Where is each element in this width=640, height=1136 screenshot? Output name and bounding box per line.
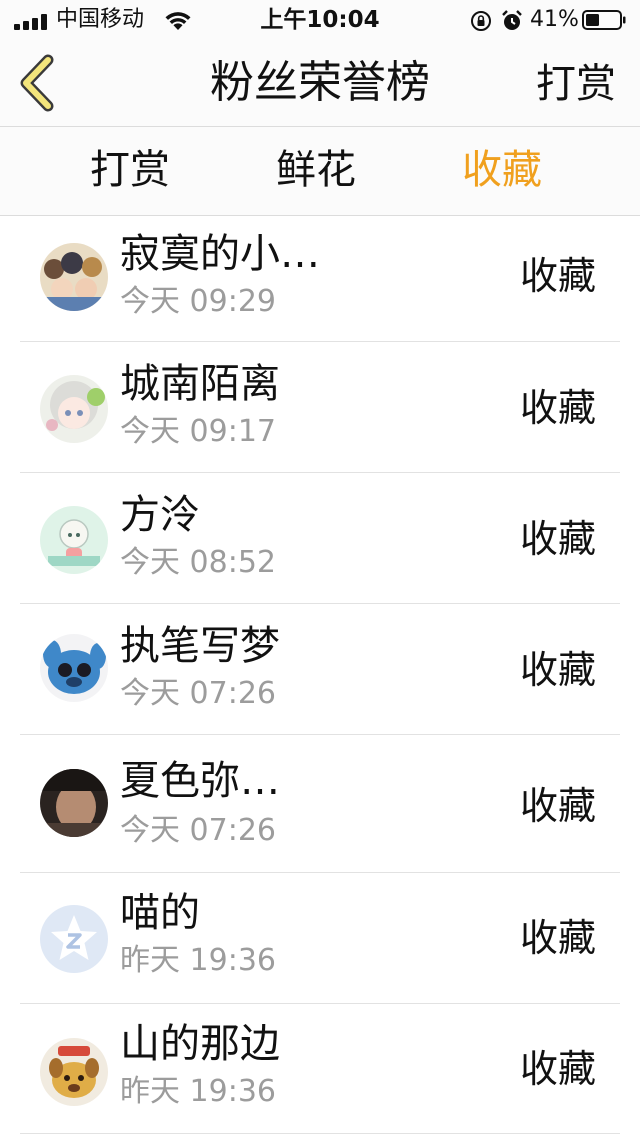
list-item[interactable]: 夏色弥… 今天 07:26 收藏: [0, 735, 640, 873]
fan-action: 收藏: [519, 517, 596, 561]
tab-bar: 打赏 鲜花 收藏: [0, 127, 640, 216]
fan-time: 今天 09:29: [120, 284, 276, 319]
fan-action: 收藏: [519, 386, 596, 430]
default-star-avatar: [40, 905, 108, 973]
fan-action: 收藏: [519, 916, 596, 960]
nav-bar: 粉丝荣誉榜 打赏: [0, 40, 640, 127]
fan-action: 收藏: [519, 1047, 596, 1091]
tab-flowers[interactable]: 鲜花: [276, 145, 356, 195]
fan-name: 山的那边: [120, 1021, 280, 1067]
anime-girl-avatar: [40, 375, 108, 443]
photo-avatar: [40, 769, 108, 837]
tab-reward[interactable]: 打赏: [90, 145, 170, 195]
stitch-avatar: [40, 634, 108, 702]
fan-time: 昨天 19:36: [120, 1074, 276, 1109]
cartoon-dog-avatar: [40, 1038, 108, 1106]
fan-time: 今天 09:17: [120, 414, 276, 449]
fan-name: 喵的: [120, 890, 200, 936]
fan-time: 昨天 19:36: [120, 943, 276, 978]
fan-action: 收藏: [519, 648, 596, 692]
fan-name: 寂寞的小…: [120, 231, 320, 277]
list-item[interactable]: 方泠 今天 08:52 收藏: [0, 473, 640, 604]
battery-icon: [582, 10, 626, 30]
list-item[interactable]: 城南陌离 今天 09:17 收藏: [0, 342, 640, 473]
list-item[interactable]: 执笔写梦 今天 07:26 收藏: [0, 604, 640, 735]
tab-favorites[interactable]: 收藏: [462, 145, 542, 195]
fan-time: 今天 07:26: [120, 813, 276, 848]
fan-name: 执笔写梦: [120, 623, 280, 669]
fan-list: 寂寞的小… 今天 09:29 收藏 城南陌离 今天 09:17 收藏 方泠 今天…: [0, 216, 640, 1134]
fan-action: 收藏: [519, 784, 596, 828]
anime-group-avatar: [40, 243, 108, 311]
fan-time: 今天 07:26: [120, 676, 276, 711]
chibi-avatar: [40, 506, 108, 574]
fan-time: 今天 08:52: [120, 545, 276, 580]
rotation-lock-icon: [471, 11, 491, 31]
list-item[interactable]: 寂寞的小… 今天 09:29 收藏: [0, 216, 640, 342]
list-item[interactable]: 喵的 昨天 19:36 收藏: [0, 873, 640, 1004]
reward-button[interactable]: 打赏: [536, 60, 616, 108]
fan-name: 城南陌离: [120, 361, 280, 407]
alarm-icon: [502, 10, 522, 30]
battery-percent: 41%: [530, 7, 579, 32]
status-bar: 中国移动 上午10:04 41%: [0, 0, 640, 40]
fan-action: 收藏: [519, 254, 596, 298]
list-item[interactable]: 山的那边 昨天 19:36 收藏: [0, 1004, 640, 1134]
fan-name: 方泠: [120, 492, 200, 538]
fan-name: 夏色弥…: [120, 758, 280, 804]
